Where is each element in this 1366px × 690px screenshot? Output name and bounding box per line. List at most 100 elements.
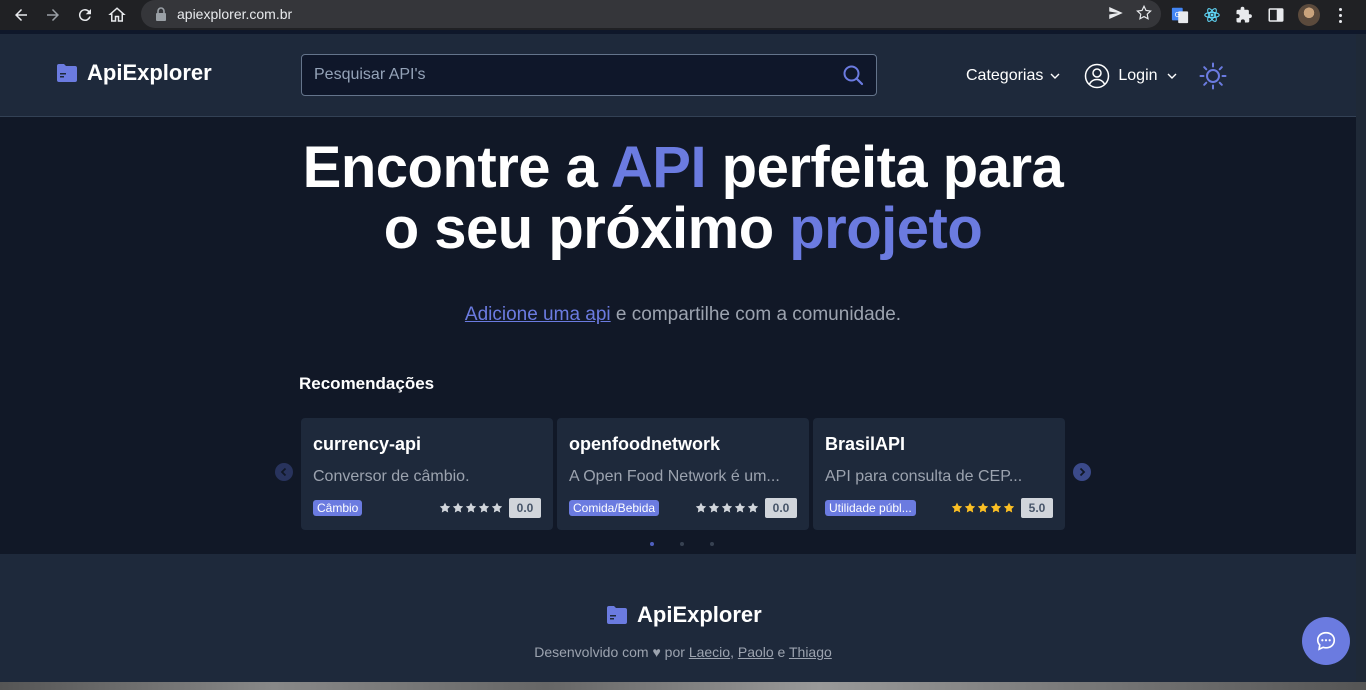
chat-bubble-icon <box>1316 631 1336 651</box>
api-card[interactable]: BrasilAPI API para consulta de CEP... Ut… <box>813 418 1065 530</box>
bookmark-star-icon[interactable] <box>1135 4 1153 22</box>
hero-text: perfeita para <box>706 135 1064 200</box>
star-empty-icon <box>465 502 477 513</box>
card-title: BrasilAPI <box>825 434 906 454</box>
star-empty-icon <box>452 502 464 513</box>
sun-icon[interactable] <box>1199 62 1227 90</box>
extensions-puzzle-icon[interactable] <box>1234 5 1254 25</box>
api-card[interactable]: openfoodnetwork A Open Food Network é um… <box>557 418 809 530</box>
site-logo[interactable]: ApiExplorer <box>56 60 212 86</box>
svg-text:G: G <box>1175 10 1181 19</box>
card-description: Conversor de câmbio. <box>313 468 470 485</box>
category-badge[interactable]: Comida/Bebida <box>569 500 660 516</box>
star-empty-icon <box>439 502 451 513</box>
user-circle-icon <box>1085 63 1110 89</box>
categories-menu[interactable]: Categorias <box>966 67 1061 85</box>
star-empty-icon <box>721 502 733 513</box>
address-bar[interactable]: apiexplorer.com.br <box>141 0 1161 28</box>
hero-accent-projeto: projeto <box>789 196 983 261</box>
site-header: ApiExplorer Categorias Login <box>0 34 1356 117</box>
score-badge: 0.0 <box>509 498 541 518</box>
reload-icon <box>78 9 91 22</box>
credits-separator: , <box>730 644 738 660</box>
back-button[interactable] <box>5 0 37 30</box>
page-scrollbar[interactable] <box>1356 34 1366 682</box>
translate-extension-icon[interactable]: G <box>1170 5 1190 25</box>
card-description: API para consulta de CEP... <box>825 468 1023 485</box>
home-button[interactable] <box>101 0 133 30</box>
footer-logo-text: ApiExplorer <box>637 602 762 627</box>
card-title: currency-api <box>313 434 422 454</box>
star-filled-icon <box>951 502 963 513</box>
browser-menu-icon[interactable] <box>1332 7 1348 23</box>
star-filled-icon <box>990 502 1002 513</box>
footer-logo[interactable]: ApiExplorer <box>606 602 762 628</box>
profile-avatar[interactable] <box>1298 4 1320 26</box>
send-icon[interactable] <box>1107 4 1125 22</box>
desktop-background-strip <box>0 682 1366 690</box>
arrow-right-icon <box>47 9 59 21</box>
chevron-down-icon <box>1050 73 1060 79</box>
hero-subtitle: Adicione uma api e compartilhe com a com… <box>0 304 1366 326</box>
chevron-left-icon <box>280 467 287 477</box>
forward-button[interactable] <box>37 0 69 30</box>
star-empty-icon <box>695 502 707 513</box>
carousel-next-button[interactable] <box>1073 463 1091 481</box>
author-link-laecio[interactable]: Laecio <box>689 644 730 660</box>
hero-accent-api: API <box>610 135 707 200</box>
author-link-paolo[interactable]: Paolo <box>738 644 774 660</box>
credits-text: Desenvolvido com ♥ por <box>534 644 689 660</box>
add-api-link[interactable]: Adicione uma api <box>465 304 611 325</box>
star-rating <box>951 502 1015 514</box>
hero-text: o seu próximo <box>383 196 790 261</box>
chat-button[interactable] <box>1302 617 1350 665</box>
site-footer: ApiExplorer Desenvolvido com ♥ por Laeci… <box>0 554 1356 682</box>
star-filled-icon <box>964 502 976 513</box>
credits-separator: e <box>773 644 789 660</box>
author-link-thiago[interactable]: Thiago <box>789 644 832 660</box>
recommendations-title: Recomendações <box>299 374 435 393</box>
carousel-dot[interactable] <box>680 542 684 546</box>
card-description: A Open Food Network é um... <box>569 468 780 485</box>
credits-line: Desenvolvido com ♥ por Laecio, Paolo e T… <box>0 644 1366 660</box>
star-rating <box>695 502 759 514</box>
arrow-left-icon <box>15 9 27 21</box>
carousel-prev-button[interactable] <box>275 463 293 481</box>
score-badge: 0.0 <box>765 498 797 518</box>
star-filled-icon <box>1003 502 1015 513</box>
hero-heading: Encontre a API perfeita para o seu próxi… <box>0 137 1366 259</box>
chevron-right-icon <box>1079 467 1086 477</box>
card-title: openfoodnetwork <box>569 434 720 454</box>
login-menu[interactable]: Login <box>1084 63 1177 89</box>
subtitle-text: e compartilhe com a comunidade. <box>610 304 902 325</box>
url-text: apiexplorer.com.br <box>177 6 293 22</box>
folder-icon <box>57 64 77 82</box>
search-box <box>301 54 877 96</box>
carousel-dot[interactable] <box>650 542 654 546</box>
api-card[interactable]: currency-api Conversor de câmbio. Câmbio… <box>301 418 553 530</box>
score-badge: 5.0 <box>1021 498 1053 518</box>
side-panel-icon[interactable] <box>1266 5 1286 25</box>
star-empty-icon <box>491 502 503 513</box>
star-rating <box>439 502 503 514</box>
carousel-pagination <box>650 542 714 546</box>
folder-icon <box>607 606 627 624</box>
home-icon <box>108 7 126 22</box>
main-content: Encontre a API perfeita para o seu próxi… <box>0 117 1356 554</box>
react-devtools-icon[interactable] <box>1202 5 1222 25</box>
category-badge[interactable]: Câmbio <box>313 500 363 516</box>
star-empty-icon <box>734 502 746 513</box>
search-input[interactable] <box>302 55 841 95</box>
search-icon[interactable] <box>841 63 865 87</box>
categories-label: Categorias <box>966 67 1044 84</box>
chevron-down-icon <box>1167 73 1177 79</box>
reload-button[interactable] <box>69 0 101 30</box>
lock-icon <box>156 7 166 21</box>
header-nav: Categorias Login <box>966 62 1227 90</box>
browser-toolbar: apiexplorer.com.br G <box>0 0 1366 30</box>
category-badge[interactable]: Utilidade públ... <box>825 500 916 516</box>
star-empty-icon <box>747 502 759 513</box>
logo-text: ApiExplorer <box>87 60 212 85</box>
login-label: Login <box>1118 67 1158 84</box>
carousel-dot[interactable] <box>710 542 714 546</box>
